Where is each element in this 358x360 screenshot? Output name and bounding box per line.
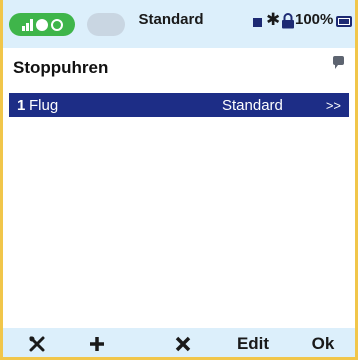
close-icon — [175, 336, 191, 352]
lock-icon — [282, 13, 294, 29]
telemetry-status-pill[interactable] — [9, 13, 75, 36]
app-frame: Standard ✱ 100% Stoppuhren 1 Flug Standa… — [0, 0, 358, 360]
edit-button[interactable]: Edit — [233, 328, 273, 357]
timer-list-item[interactable]: 1 Flug Standard >> — [9, 93, 349, 117]
model-name: Standard — [138, 11, 204, 28]
battery-icon — [336, 16, 352, 27]
help-icon[interactable] — [333, 56, 344, 69]
sensor-icon — [50, 18, 63, 31]
bluetooth-icon: ✱ — [266, 10, 281, 30]
timer-number: 1 — [17, 96, 26, 114]
status-bar: Standard ✱ 100% — [3, 0, 355, 48]
battery-percent: 100% — [295, 11, 334, 28]
tools-button[interactable] — [25, 328, 49, 357]
footer-toolbar: Edit Ok — [3, 328, 355, 357]
secondary-receiver-pill[interactable] — [87, 13, 125, 36]
signal-icon — [21, 18, 33, 31]
timer-mode: Standard — [222, 96, 283, 114]
receiver-icon — [35, 18, 48, 31]
tools-icon — [29, 336, 45, 352]
add-button[interactable] — [85, 328, 109, 357]
timer-name: Flug — [29, 96, 59, 114]
page-title: Stoppuhren — [13, 58, 109, 77]
delete-button[interactable] — [171, 328, 195, 357]
timer-more-indicator: >> — [325, 97, 341, 113]
timer-list: 1 Flug Standard >> — [9, 93, 349, 117]
square-icon — [253, 18, 262, 27]
ok-button[interactable]: Ok — [305, 328, 341, 357]
plus-icon — [90, 337, 104, 351]
